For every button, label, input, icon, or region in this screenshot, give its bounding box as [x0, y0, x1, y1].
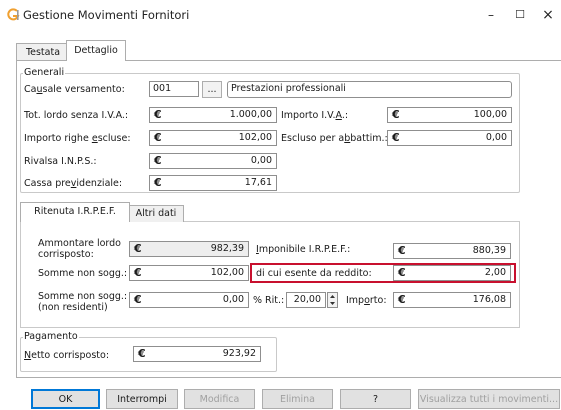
- window-title: Gestione Movimenti Fornitori: [23, 8, 190, 22]
- causale-code-input[interactable]: 001: [149, 81, 199, 97]
- causale-description-field: Prestazioni professionali: [227, 81, 512, 98]
- euro-icon: €: [398, 244, 406, 257]
- tot-lordo-label: Tot. lordo senza I.V.A.:: [24, 110, 129, 121]
- cassa-previdenziale-label: Cassa previdenziale:: [24, 178, 123, 189]
- euro-icon: €: [154, 154, 162, 167]
- euro-icon: €: [154, 108, 162, 121]
- somme-non-residenti-input[interactable]: €0,00: [129, 292, 249, 308]
- imponibile-irpef-label: Imponibile I.R.P.E.F.:: [256, 244, 351, 255]
- rivalsa-inps-input[interactable]: €0,00: [149, 153, 277, 169]
- pagamento-group-title: Pagamento: [23, 331, 79, 342]
- somme-non-sogg-input[interactable]: €102,00: [129, 265, 249, 281]
- elimina-button[interactable]: Elimina: [262, 389, 333, 409]
- euro-icon: €: [134, 293, 142, 306]
- escluso-abbattim-label: Escluso per abbattim.:: [281, 133, 388, 144]
- euro-icon: €: [134, 242, 142, 255]
- euro-icon: €: [392, 131, 400, 144]
- visualizza-movimenti-button[interactable]: Visualizza tutti i movimenti...: [418, 389, 560, 409]
- ok-button[interactable]: OK: [31, 389, 100, 409]
- percent-ritenuta-input[interactable]: 20,00: [286, 292, 326, 308]
- somme-non-sogg-label: Somme non sogg.:: [38, 268, 128, 279]
- minimize-button[interactable]: –: [482, 6, 500, 24]
- causale-browse-button[interactable]: ...: [202, 81, 222, 98]
- imponibile-irpef-input[interactable]: €880,39: [393, 243, 511, 259]
- euro-icon: €: [154, 176, 162, 189]
- cassa-previdenziale-input[interactable]: €17,61: [149, 175, 277, 191]
- escluso-abbattim-input[interactable]: €0,00: [387, 130, 512, 146]
- somme-non-residenti-label: Somme non sogg.: (non residenti): [38, 291, 128, 313]
- tab-dettaglio[interactable]: Dettaglio: [66, 40, 126, 61]
- importo-ritenuta-label: Importo:: [346, 295, 387, 306]
- subtab-ritenuta-irpef[interactable]: Ritenuta I.R.P.E.F.: [20, 202, 130, 222]
- righe-escluse-input[interactable]: €102,00: [149, 130, 277, 146]
- rivalsa-inps-label: Rivalsa I.N.P.S.:: [24, 156, 97, 167]
- tab-testata[interactable]: Testata: [16, 43, 70, 61]
- interrompi-button[interactable]: Interrompi: [106, 389, 178, 409]
- righe-escluse-label: Importo righe escluse:: [24, 133, 131, 144]
- percent-ritenuta-label: % Rit.:: [253, 295, 285, 306]
- esente-reddito-label: di cui esente da reddito:: [256, 268, 372, 279]
- percent-ritenuta-spinner[interactable]: [327, 292, 338, 308]
- importo-iva-label: Importo I.V.A.:: [281, 110, 349, 121]
- close-button[interactable]: ×: [539, 6, 557, 24]
- subtab-altri-dati[interactable]: Altri dati: [128, 205, 184, 222]
- app-logo-icon: [6, 8, 20, 22]
- euro-icon: €: [138, 347, 146, 360]
- tot-lordo-input[interactable]: €1.000,00: [149, 107, 277, 123]
- importo-iva-input[interactable]: €100,00: [387, 107, 512, 123]
- maximize-button[interactable]: ☐: [511, 6, 529, 24]
- euro-icon: €: [398, 293, 406, 306]
- euro-icon: €: [134, 266, 142, 279]
- importo-ritenuta-input[interactable]: €176,08: [393, 292, 511, 308]
- euro-icon: €: [154, 131, 162, 144]
- netto-corrisposto-label: Netto corrisposto:: [24, 350, 110, 361]
- help-button[interactable]: ?: [340, 389, 411, 409]
- esente-reddito-input[interactable]: €2,00: [393, 265, 511, 281]
- causale-label: Causale versamento:: [24, 84, 125, 95]
- euro-icon: €: [398, 266, 406, 279]
- modifica-button[interactable]: Modifica: [184, 389, 255, 409]
- ammontare-lordo-field: €982,39: [129, 241, 249, 257]
- euro-icon: €: [392, 108, 400, 121]
- netto-corrisposto-field: €923,92: [133, 346, 261, 362]
- ammontare-lordo-label: Ammontare lordo corrisposto:: [38, 238, 121, 260]
- generali-group-title: Generali: [23, 67, 66, 78]
